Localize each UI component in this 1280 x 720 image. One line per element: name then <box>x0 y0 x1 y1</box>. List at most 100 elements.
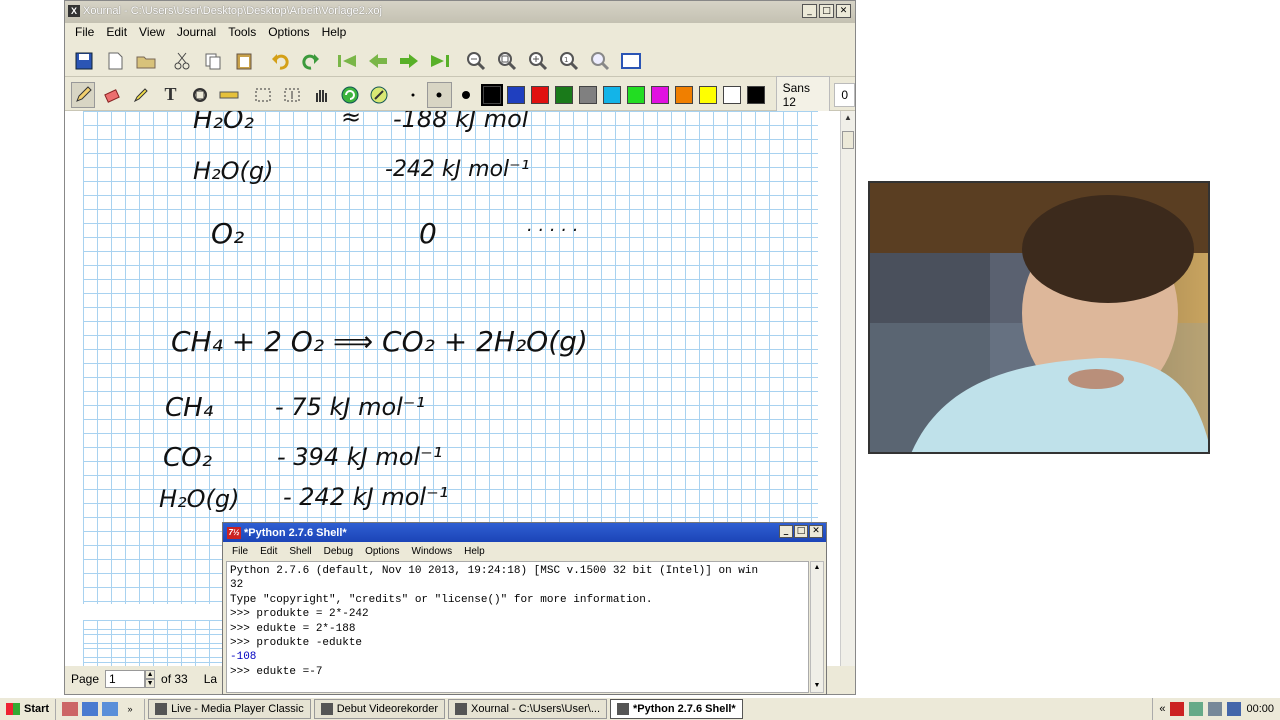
color-swatch[interactable] <box>578 85 597 104</box>
fullscreen-icon[interactable] <box>618 48 644 74</box>
monitor-icon[interactable] <box>1227 702 1242 716</box>
eraser-icon[interactable] <box>100 82 124 108</box>
color-swatch[interactable] <box>650 85 669 104</box>
ruler-icon[interactable] <box>217 82 241 108</box>
py-menu-edit[interactable]: Edit <box>254 546 283 557</box>
page-spinner[interactable]: ▲ ▼ <box>145 670 156 688</box>
close-button[interactable]: ✕ <box>836 4 851 18</box>
py-menu-debug[interactable]: Debug <box>318 546 359 557</box>
color-swatch[interactable] <box>602 85 621 104</box>
menu-journal[interactable]: Journal <box>171 23 222 43</box>
color-swatch[interactable] <box>674 85 693 104</box>
spin-down-icon[interactable]: ▼ <box>145 679 156 688</box>
next-page-icon[interactable] <box>396 48 422 74</box>
new-page-icon[interactable] <box>102 48 128 74</box>
menu-view[interactable]: View <box>133 23 171 43</box>
py-close-button[interactable]: ✕ <box>809 525 823 538</box>
color-swatch[interactable] <box>530 85 549 104</box>
previous-page-icon[interactable] <box>365 48 391 74</box>
paste-icon[interactable] <box>231 48 257 74</box>
first-page-icon[interactable] <box>334 48 360 74</box>
zoom-fit-icon[interactable] <box>494 48 520 74</box>
canvas-vertical-scrollbar[interactable]: ▲ <box>840 111 855 666</box>
redo-icon[interactable] <box>298 48 324 74</box>
copy-icon[interactable] <box>200 48 226 74</box>
menu-options[interactable]: Options <box>262 23 315 43</box>
python-shell-text[interactable]: Python 2.7.6 (default, Nov 10 2013, 19:2… <box>226 561 809 693</box>
taskbar-task[interactable]: *Python 2.7.6 Shell* <box>610 699 743 719</box>
menu-edit[interactable]: Edit <box>100 23 133 43</box>
hand-tool-icon[interactable] <box>309 82 333 108</box>
start-button[interactable]: Start <box>0 698 57 720</box>
highlighter-icon[interactable] <box>129 82 153 108</box>
menu-help[interactable]: Help <box>316 23 353 43</box>
record-icon[interactable] <box>1170 702 1185 716</box>
taskbar-task[interactable]: Xournal - C:\Users\User\... <box>448 699 608 719</box>
color-swatch[interactable] <box>480 83 503 106</box>
select-rectangle-icon[interactable] <box>251 82 275 108</box>
taskbar-task[interactable]: Live - Media Player Classic <box>148 699 311 719</box>
default-pen-icon[interactable] <box>338 82 362 108</box>
desktop-icon[interactable] <box>82 702 99 716</box>
thickness-thick-icon[interactable] <box>454 82 478 108</box>
save-icon[interactable] <box>71 48 97 74</box>
font-size-field[interactable]: 0 <box>834 82 856 107</box>
py-menu-file[interactable]: File <box>226 546 254 557</box>
py-menu-options[interactable]: Options <box>359 546 405 557</box>
python-scrollbar[interactable]: ▲ ▼ <box>810 561 824 693</box>
pen-icon[interactable] <box>71 81 96 108</box>
page-number-input[interactable] <box>105 670 146 688</box>
webcam-video-image <box>870 183 1208 452</box>
color-swatch[interactable] <box>698 85 717 104</box>
undo-icon[interactable] <box>267 48 293 74</box>
note-o2-dots: . . . . . <box>527 215 579 236</box>
vertical-space-icon[interactable] <box>280 82 304 108</box>
color-swatch[interactable] <box>722 85 741 104</box>
python-title-bar[interactable]: 7½ *Python 2.7.6 Shell* _ □ ✕ <box>223 523 826 542</box>
note-h2o-formula: H₂O(g) <box>193 157 274 185</box>
pen-toolbar: T Sans 12 0 <box>65 75 856 114</box>
network-icon[interactable] <box>1189 702 1204 716</box>
open-folder-icon[interactable] <box>133 48 159 74</box>
firefox-icon[interactable] <box>62 702 79 716</box>
minimize-button[interactable]: _ <box>802 4 817 18</box>
menu-tools[interactable]: Tools <box>222 23 262 43</box>
spin-up-icon[interactable]: ▲ <box>145 670 156 679</box>
zoom-page-width-icon[interactable] <box>587 48 613 74</box>
color-swatch[interactable] <box>746 85 765 104</box>
py-menu-help[interactable]: Help <box>458 546 491 557</box>
py-scroll-up-icon[interactable]: ▲ <box>811 562 823 574</box>
scroll-up-icon[interactable]: ▲ <box>841 111 855 125</box>
menu-file[interactable]: File <box>69 23 100 43</box>
zoom-in-icon[interactable] <box>525 48 551 74</box>
text-tool-icon[interactable]: T <box>158 82 182 108</box>
task-label: *Python 2.7.6 Shell* <box>633 703 736 715</box>
last-page-icon[interactable] <box>427 48 453 74</box>
cut-icon[interactable] <box>169 48 195 74</box>
media-icon[interactable] <box>102 702 119 716</box>
maximize-button[interactable]: □ <box>819 4 834 18</box>
py-minimize-button[interactable]: _ <box>779 525 793 538</box>
note-o2-formula: O₂ <box>211 217 245 250</box>
quicklaunch-more-icon[interactable]: » <box>122 702 138 716</box>
volume-icon[interactable] <box>1208 702 1223 716</box>
scrollbar-thumb[interactable] <box>842 131 854 149</box>
main-toolbar: 1 <box>65 45 855 77</box>
thickness-medium-icon[interactable] <box>427 81 452 108</box>
taskbar-task[interactable]: Debut Videorekorder <box>313 699 446 719</box>
font-button[interactable]: Sans 12 <box>775 75 831 114</box>
py-maximize-button[interactable]: □ <box>794 525 808 538</box>
tray-more-icon[interactable]: « <box>1159 703 1165 715</box>
py-menu-shell[interactable]: Shell <box>283 546 317 557</box>
xournal-title-bar[interactable]: X Xournal - C:\Users\User\Desktop\Deskto… <box>65 1 855 23</box>
zoom-out-icon[interactable] <box>463 48 489 74</box>
shape-recognizer-icon[interactable] <box>188 82 212 108</box>
py-menu-windows[interactable]: Windows <box>406 546 459 557</box>
py-scroll-down-icon[interactable]: ▼ <box>811 680 823 692</box>
thickness-fine-icon[interactable] <box>401 82 425 108</box>
color-swatch[interactable] <box>506 85 525 104</box>
default-highlighter-icon[interactable] <box>367 82 391 108</box>
zoom-100-icon[interactable]: 1 <box>556 48 582 74</box>
color-swatch[interactable] <box>626 85 645 104</box>
color-swatch[interactable] <box>554 85 573 104</box>
